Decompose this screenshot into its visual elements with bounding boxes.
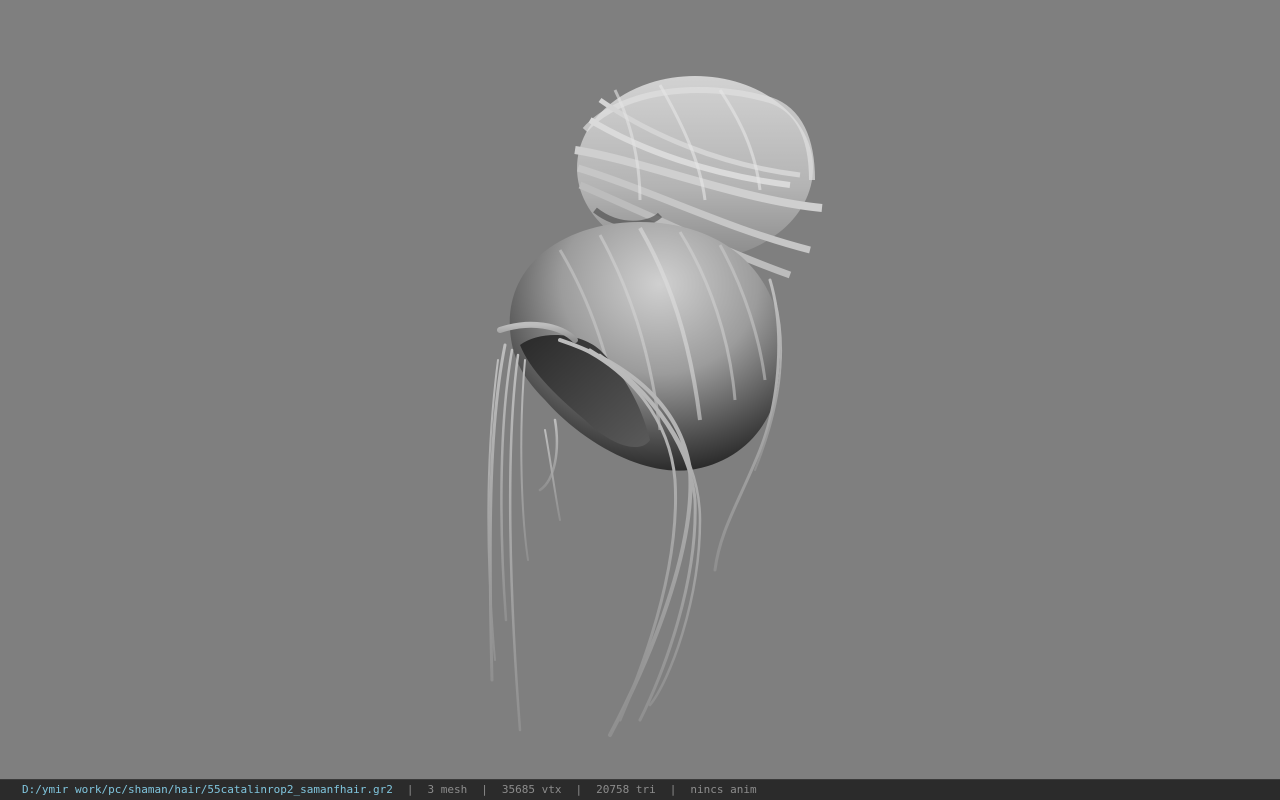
hair-head: [509, 222, 783, 471]
status-separator: |: [575, 783, 583, 796]
vertex-count-label: 35685 vtx: [501, 783, 562, 796]
status-separator: |: [406, 783, 414, 796]
anim-status-label: nincs anim: [690, 783, 757, 796]
status-separator: |: [669, 783, 677, 796]
triangle-count-label: 20758 tri: [596, 783, 656, 796]
hair-model-render: [487, 76, 823, 737]
mesh-count-label: 3 mesh: [427, 783, 468, 796]
status-bar: D:/ymir work/pc/shaman/hair/55catalinrop…: [0, 779, 1280, 800]
3d-viewport[interactable]: [0, 0, 1280, 779]
file-path-label: D:/ymir work/pc/shaman/hair/55catalinrop…: [22, 783, 393, 796]
status-separator: |: [481, 783, 488, 796]
